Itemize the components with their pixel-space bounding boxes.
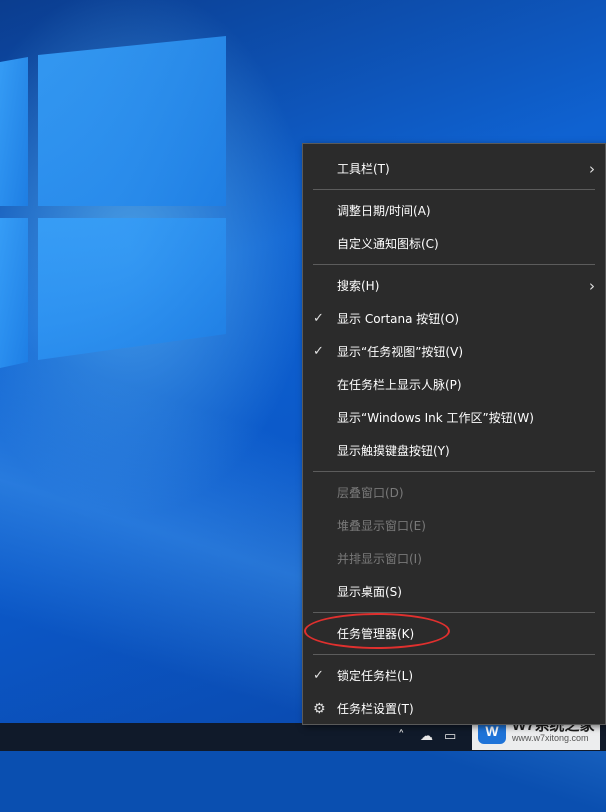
menu-item-toolbars[interactable]: 工具栏(T) › xyxy=(303,154,605,184)
annotation-red-ellipse xyxy=(304,613,450,649)
menu-separator xyxy=(313,189,595,190)
menu-item-label: 显示 Cortana 按钮(O) xyxy=(337,312,460,326)
chevron-right-icon: › xyxy=(589,160,595,178)
logo-pane-bottom-right xyxy=(38,218,226,360)
menu-item-label: 在任务栏上显示人脉(P) xyxy=(337,378,462,392)
cloud-icon[interactable]: ☁ xyxy=(420,729,433,744)
menu-item-show-people[interactable]: 在任务栏上显示人脉(P) xyxy=(303,370,605,400)
checkmark-icon: ✓ xyxy=(313,344,324,359)
logo-pane-bottom-left xyxy=(0,218,28,368)
menu-item-show-cortana-button[interactable]: ✓ 显示 Cortana 按钮(O) xyxy=(303,304,605,334)
windows-logo-wallpaper xyxy=(0,36,226,368)
network-icon[interactable]: ▭ xyxy=(444,729,456,744)
gear-icon: ⚙ xyxy=(313,701,326,717)
menu-separator xyxy=(313,264,595,265)
logo-pane-top-left xyxy=(0,57,28,206)
menu-item-label: 任务栏设置(T) xyxy=(337,702,414,716)
menu-item-label: 锁定任务栏(L) xyxy=(337,669,414,683)
menu-item-show-desktop[interactable]: 显示桌面(S) xyxy=(303,577,605,607)
chevron-right-icon: › xyxy=(589,277,595,295)
checkmark-icon: ✓ xyxy=(313,311,324,326)
menu-item-label: 显示“Windows Ink 工作区”按钮(W) xyxy=(337,411,534,425)
checkmark-icon: ✓ xyxy=(313,668,324,683)
menu-item-label: 显示触摸键盘按钮(Y) xyxy=(337,444,450,458)
menu-item-label: 并排显示窗口(I) xyxy=(337,552,422,566)
menu-item-adjust-date-time[interactable]: 调整日期/时间(A) xyxy=(303,196,605,226)
watermark-url: www.w7xitong.com xyxy=(512,733,589,744)
menu-item-label: 搜索(H) xyxy=(337,279,380,293)
menu-item-show-task-view-button[interactable]: ✓ 显示“任务视图”按钮(V) xyxy=(303,337,605,367)
menu-item-stack-windows: 堆叠显示窗口(E) xyxy=(303,511,605,541)
menu-item-search[interactable]: 搜索(H) › xyxy=(303,271,605,301)
menu-item-show-windows-ink-button[interactable]: 显示“Windows Ink 工作区”按钮(W) xyxy=(303,403,605,433)
logo-pane-top-right xyxy=(38,36,226,206)
menu-item-label: 自定义通知图标(C) xyxy=(337,237,439,251)
menu-item-lock-taskbar[interactable]: ✓ 锁定任务栏(L) xyxy=(303,661,605,691)
menu-item-label: 显示“任务视图”按钮(V) xyxy=(337,345,464,359)
menu-item-label: 显示桌面(S) xyxy=(337,585,402,599)
menu-item-customize-notification-icons[interactable]: 自定义通知图标(C) xyxy=(303,229,605,259)
menu-item-show-touch-keyboard-button[interactable]: 显示触摸键盘按钮(Y) xyxy=(303,436,605,466)
menu-item-label: 层叠窗口(D) xyxy=(337,486,404,500)
menu-item-taskbar-settings[interactable]: ⚙ 任务栏设置(T) xyxy=(303,694,605,724)
menu-item-cascade-windows: 层叠窗口(D) xyxy=(303,478,605,508)
menu-item-label: 堆叠显示窗口(E) xyxy=(337,519,426,533)
menu-item-label: 工具栏(T) xyxy=(337,162,390,176)
menu-separator xyxy=(313,471,595,472)
menu-item-side-by-side-windows: 并排显示窗口(I) xyxy=(303,544,605,574)
chevron-up-icon[interactable]: ˄ xyxy=(398,729,405,744)
menu-separator xyxy=(313,654,595,655)
menu-item-label: 调整日期/时间(A) xyxy=(337,204,431,218)
